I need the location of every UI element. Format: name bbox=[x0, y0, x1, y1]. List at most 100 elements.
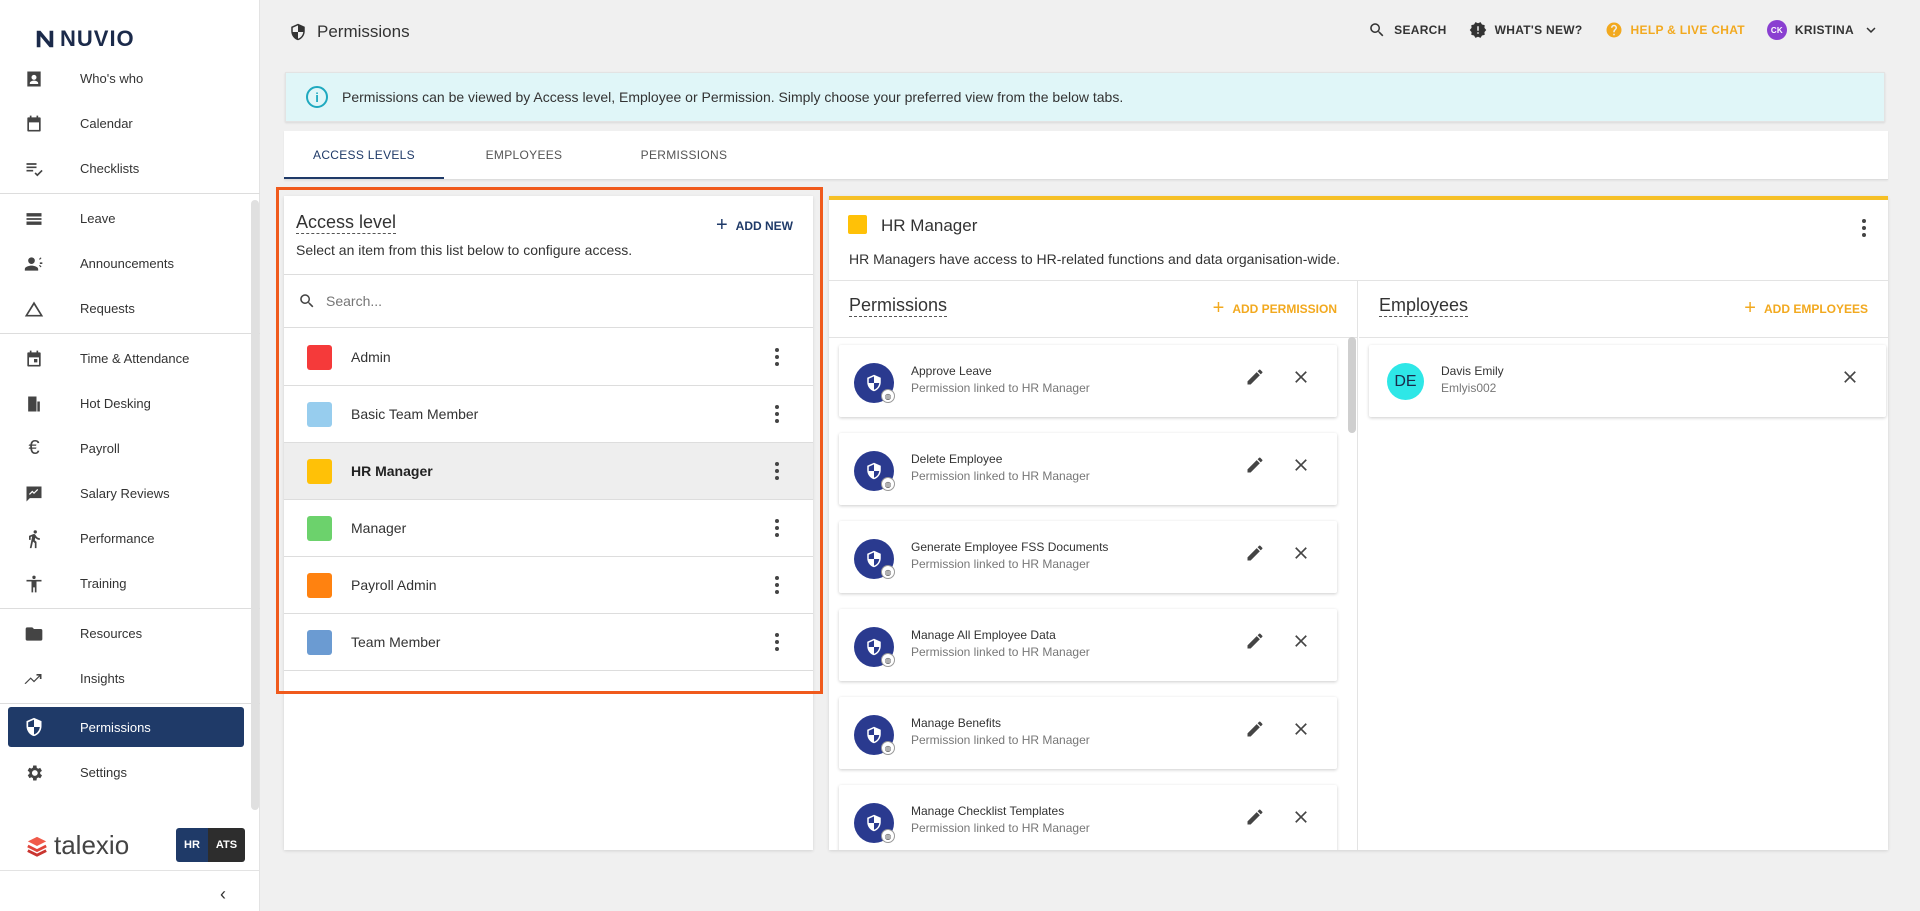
sidebar-item-permissions[interactable]: Permissions bbox=[8, 707, 244, 747]
user-menu[interactable]: CK KRISTINA bbox=[1766, 20, 1880, 40]
edit-icon[interactable] bbox=[1245, 807, 1265, 827]
access-level-item-basic-team-member[interactable]: Basic Team Member bbox=[284, 386, 813, 443]
detail-description: HR Managers have access to HR-related fu… bbox=[849, 251, 1341, 267]
access-level-item-team-member[interactable]: Team Member bbox=[284, 614, 813, 671]
sidebar-scrollbar[interactable] bbox=[251, 200, 259, 810]
access-level-search bbox=[284, 274, 813, 328]
more-vert-icon[interactable] bbox=[775, 576, 779, 594]
user-name: KRISTINA bbox=[1794, 23, 1854, 37]
permission-name: Manage Checklist Templates bbox=[911, 804, 1065, 818]
access-level-item-payroll-admin[interactable]: Payroll Admin bbox=[284, 557, 813, 614]
sidebar-item-announcements[interactable]: Announcements bbox=[0, 241, 260, 286]
help-live-chat-button[interactable]: HELP & LIVE CHAT bbox=[1605, 21, 1745, 39]
leave-icon bbox=[24, 209, 44, 229]
close-icon[interactable] bbox=[1291, 807, 1311, 827]
plus-icon: + bbox=[715, 214, 728, 236]
top-header: Permissions SEARCH WHAT'S NEW? HELP & LI… bbox=[261, 0, 1920, 64]
tab-employees[interactable]: EMPLOYEES bbox=[444, 131, 604, 179]
permission-card: ◍ Delete Employee Permission linked to H… bbox=[839, 433, 1337, 505]
sidebar-item-calendar[interactable]: Calendar bbox=[0, 101, 260, 146]
badge-icon bbox=[24, 69, 44, 89]
sidebar-item-checklists[interactable]: Checklists bbox=[0, 146, 260, 191]
shield-icon: ◍ bbox=[854, 715, 895, 755]
employees-column: Employees + ADD EMPLOYEES DE Davis Emily… bbox=[1359, 281, 1888, 850]
sidebar-item-time-attendance[interactable]: Time & Attendance bbox=[0, 336, 260, 381]
product-switch[interactable]: HR ATS bbox=[176, 828, 246, 862]
search-button[interactable]: SEARCH bbox=[1368, 21, 1446, 39]
sidebar-item-label: Salary Reviews bbox=[80, 486, 170, 501]
more-vert-icon[interactable] bbox=[775, 462, 779, 480]
permission-subtitle: Permission linked to HR Manager bbox=[911, 821, 1090, 835]
close-icon[interactable] bbox=[1291, 543, 1311, 563]
sidebar-item-settings[interactable]: Settings bbox=[0, 750, 260, 795]
search-label: SEARCH bbox=[1394, 23, 1447, 37]
permission-card: ◍ Manage Benefits Permission linked to H… bbox=[839, 697, 1337, 769]
add-employees-button[interactable]: + ADD EMPLOYEES bbox=[1744, 297, 1868, 320]
access-level-item-manager[interactable]: Manager bbox=[284, 500, 813, 557]
review-icon bbox=[24, 484, 44, 504]
sidebar-item-payroll[interactable]: € Payroll bbox=[0, 426, 260, 471]
sidebar-item-insights[interactable]: Insights bbox=[0, 656, 260, 701]
avatar: DE bbox=[1387, 363, 1424, 400]
list-item-label: Admin bbox=[351, 349, 391, 365]
sidebar-item-label: Settings bbox=[80, 765, 127, 780]
shield-icon: ◍ bbox=[854, 451, 895, 491]
sidebar-item-training[interactable]: Training bbox=[0, 561, 260, 606]
talexio-logo-icon bbox=[27, 836, 47, 857]
tab-access-levels[interactable]: ACCESS LEVELS bbox=[284, 131, 444, 179]
talexio-text: talexio bbox=[54, 830, 130, 860]
close-icon[interactable] bbox=[1291, 367, 1311, 387]
more-vert-icon[interactable] bbox=[775, 348, 779, 366]
color-swatch bbox=[307, 458, 332, 484]
whats-new-button[interactable]: WHAT'S NEW? bbox=[1469, 21, 1583, 39]
more-vert-icon[interactable] bbox=[775, 519, 779, 537]
edit-icon[interactable] bbox=[1245, 455, 1265, 475]
more-vert-icon[interactable] bbox=[775, 633, 779, 651]
search-input[interactable] bbox=[326, 293, 726, 309]
collapse-sidebar-icon[interactable]: ‹ bbox=[220, 884, 226, 905]
more-vert-icon[interactable] bbox=[1862, 219, 1866, 237]
sidebar-item-requests[interactable]: Requests bbox=[0, 286, 260, 331]
edit-icon[interactable] bbox=[1245, 719, 1265, 739]
sidebar-item-resources[interactable]: Resources bbox=[0, 611, 260, 656]
ats-switch[interactable]: ATS bbox=[207, 828, 246, 862]
detail-title: HR Manager bbox=[881, 216, 978, 235]
plus-icon: + bbox=[1744, 297, 1756, 319]
access-level-item-hr-manager[interactable]: HR Manager bbox=[284, 443, 813, 500]
hr-switch[interactable]: HR bbox=[176, 828, 208, 862]
new-badge-icon bbox=[1469, 22, 1486, 38]
close-icon[interactable] bbox=[1840, 367, 1860, 387]
permissions-column: Permissions + ADD PERMISSION ◍ Approve L… bbox=[829, 281, 1358, 850]
nuvio-logo[interactable]: NUVIO bbox=[34, 26, 135, 52]
color-swatch bbox=[307, 572, 332, 598]
view-tabs: ACCESS LEVELS EMPLOYEES PERMISSIONS bbox=[284, 131, 1888, 180]
talexio-brand: talexio bbox=[26, 830, 129, 861]
edit-icon[interactable] bbox=[1245, 367, 1265, 387]
sidebar-item-performance[interactable]: Performance bbox=[0, 516, 260, 561]
sidebar-item-label: Who's who bbox=[80, 71, 144, 86]
add-new-button[interactable]: + ADD NEW bbox=[716, 214, 793, 237]
close-icon[interactable] bbox=[1291, 631, 1311, 651]
sidebar-item-hot-desking[interactable]: Hot Desking bbox=[0, 381, 260, 426]
sidebar-item-salary-reviews[interactable]: Salary Reviews bbox=[0, 471, 260, 516]
close-icon[interactable] bbox=[1291, 455, 1311, 475]
tab-permissions[interactable]: PERMISSIONS bbox=[604, 131, 764, 179]
permissions-scrollbar[interactable] bbox=[1348, 337, 1356, 433]
sidebar-item-whos-who[interactable]: Who's who bbox=[0, 56, 260, 101]
info-banner: i Permissions can be viewed by Access le… bbox=[285, 72, 1885, 122]
search-icon bbox=[1370, 23, 1384, 37]
edit-icon[interactable] bbox=[1245, 543, 1265, 563]
close-icon[interactable] bbox=[1291, 719, 1311, 739]
insights-icon bbox=[24, 669, 44, 689]
add-permission-button[interactable]: + ADD PERMISSION bbox=[1213, 297, 1337, 320]
list-item-label: Manager bbox=[351, 520, 407, 536]
permissions-title: Permissions bbox=[849, 295, 948, 317]
sidebar-item-leave[interactable]: Leave bbox=[0, 196, 260, 241]
logo-text: NUVIO bbox=[60, 26, 135, 51]
permission-card: ◍ Manage All Employee Data Permission li… bbox=[839, 609, 1337, 681]
employee-card: DE Davis Emily Emlyis002 bbox=[1369, 345, 1886, 417]
edit-icon[interactable] bbox=[1245, 631, 1265, 651]
shield-icon: ◍ bbox=[854, 627, 895, 667]
access-level-item-admin[interactable]: Admin bbox=[284, 329, 813, 386]
more-vert-icon[interactable] bbox=[775, 405, 779, 423]
